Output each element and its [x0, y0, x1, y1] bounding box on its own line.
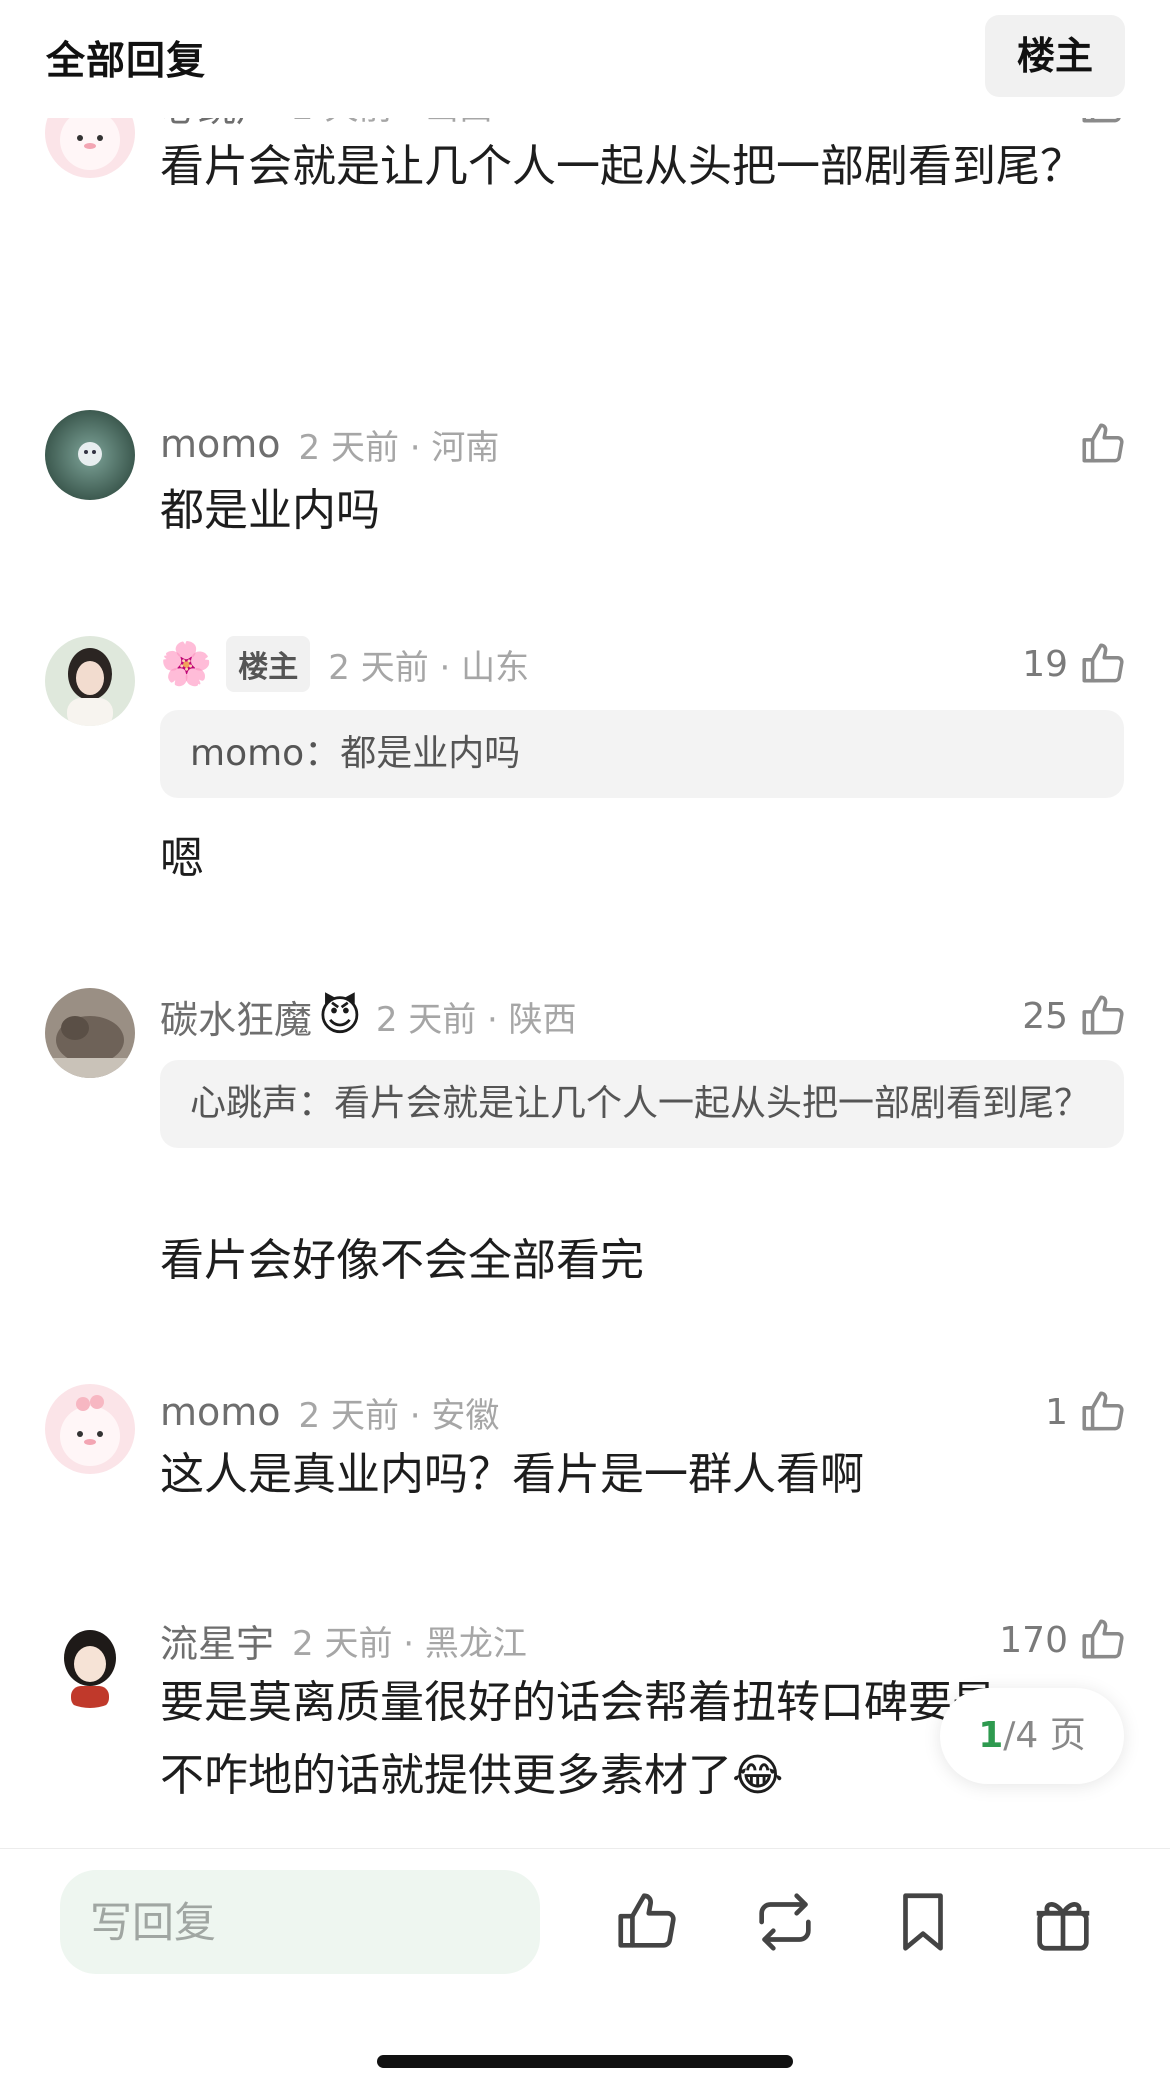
reply-input[interactable] [60, 1870, 540, 1974]
username[interactable]: momo [160, 422, 281, 466]
like-button[interactable] [1068, 416, 1128, 472]
comment-text: 看片会好像不会全部看完 [160, 1235, 644, 1286]
bookmark-icon [888, 1893, 958, 1961]
thumbs-up-icon [1078, 1615, 1128, 1665]
gift-button[interactable] [1028, 1887, 1098, 1957]
comment-meta: 流星宇 2 天前 · 黑龙江 [160, 1612, 527, 1668]
header: 全部回复 楼主 [0, 0, 1170, 118]
time-location: 2 天前 · 山东 [328, 647, 530, 688]
like-count: 19 [1022, 643, 1068, 685]
username[interactable]: 流星宇 [160, 1613, 274, 1668]
time-location: 2 天前 · 陕西 [375, 999, 577, 1040]
avatar[interactable] [45, 1618, 135, 1708]
time-location: 2 天前 · 河南 [298, 427, 500, 468]
thumbs-up-icon [1078, 991, 1128, 1041]
thumbs-up-icon [1078, 639, 1128, 689]
comment-text: 嗯 [160, 833, 204, 884]
avatar[interactable] [45, 636, 135, 726]
comment-text: 看片会就是让几个人一起从头把一部剧看到尾？ [160, 141, 1084, 192]
comment-meta: 🌸 楼主 2 天前 · 山东 [160, 636, 529, 692]
comment-meta: 碳水狂魔 😈 2 天前 · 陕西 [160, 988, 577, 1044]
home-indicator [377, 2055, 793, 2068]
like-button[interactable]: 25 [1022, 988, 1128, 1044]
like-post-button[interactable] [612, 1887, 682, 1957]
thumbs-up-icon [1078, 1387, 1128, 1437]
avatar[interactable] [45, 410, 135, 500]
comment-text: 都是业内吗 [160, 485, 380, 536]
like-count: 1 [1045, 1391, 1068, 1433]
page-total: /4 页 [1003, 1715, 1086, 1756]
time-location: 2 天前 · 安徽 [298, 1395, 500, 1436]
op-badge: 楼主 [226, 636, 311, 692]
like-button[interactable]: 170 [999, 1612, 1128, 1668]
gift-icon [1028, 1902, 1098, 1961]
only-op-button[interactable]: 楼主 [985, 15, 1125, 97]
avatar[interactable] [45, 988, 135, 1078]
thumbs-up-icon [1078, 419, 1128, 469]
bottom-bar [0, 1848, 1170, 2098]
page-title: 全部回复 [46, 39, 207, 84]
thumbs-up-icon [612, 1893, 682, 1961]
page-indicator[interactable]: 1/4 页 [940, 1688, 1124, 1784]
username[interactable]: 🌸 [160, 643, 212, 685]
like-count: 170 [999, 1619, 1068, 1661]
devil-emoji: 😈 [318, 991, 362, 1040]
quoted-reply[interactable]: momo：都是业内吗 [160, 710, 1124, 798]
current-page: 1 [978, 1715, 1004, 1756]
comment-meta: momo 2 天前 · 河南 [160, 416, 499, 472]
time-location: 2 天前 · 黑龙江 [292, 1623, 527, 1664]
like-button[interactable]: 1 [1045, 1384, 1128, 1440]
quoted-reply[interactable]: 心跳声：看片会就是让几个人一起从头把一部剧看到尾？ [160, 1060, 1124, 1148]
bookmark-button[interactable] [888, 1887, 958, 1957]
repost-icon [750, 1893, 820, 1961]
like-button[interactable]: 19 [1022, 636, 1128, 692]
comment-text: 这人是真业内吗？看片是一群人看啊 [160, 1449, 864, 1500]
username[interactable]: momo [160, 1390, 281, 1434]
like-count: 25 [1022, 995, 1068, 1037]
avatar[interactable] [45, 1384, 135, 1474]
comment-text: 要是莫离质量很好的话会帮着扭转口碑要是不咋地的话就提供更多素材了😂 [160, 1677, 996, 1801]
comment-meta: momo 2 天前 · 安徽 [160, 1384, 499, 1440]
username[interactable]: 碳水狂魔 [160, 989, 312, 1044]
repost-button[interactable] [750, 1887, 820, 1957]
